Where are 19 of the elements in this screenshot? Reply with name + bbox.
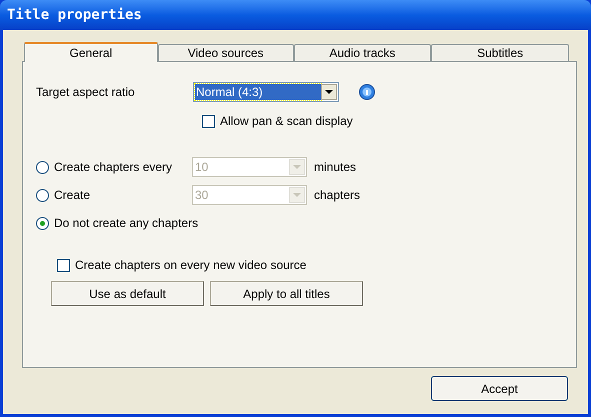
checkbox-label[interactable]: Allow pan & scan display [220,112,353,130]
info-icon[interactable] [359,84,375,100]
tab[interactable]: Video sources [158,44,294,61]
unit-label: minutes [314,159,356,176]
checkbox[interactable] [202,114,215,128]
window-title: Title properties [7,6,142,24]
aspect-ratio-dropdown[interactable]: Normal (4:3) [193,82,339,102]
tab[interactable]: General [24,42,158,62]
tab[interactable]: Audio tracks [294,44,432,61]
unit-label: chapters [314,187,360,204]
apply-button[interactable]: Apply to all titles [210,281,363,306]
checkbox[interactable] [57,258,70,272]
radio-label[interactable]: Do not create any chapters [54,214,198,232]
default-button[interactable]: Use as default [51,281,204,306]
field-label: Target aspect ratio [36,84,136,101]
tab[interactable]: Subtitles [431,44,569,61]
accept-button[interactable]: Accept [431,376,568,401]
radio-button[interactable] [36,216,49,230]
checkbox-label[interactable]: Create chapters on every new video source [75,256,306,274]
